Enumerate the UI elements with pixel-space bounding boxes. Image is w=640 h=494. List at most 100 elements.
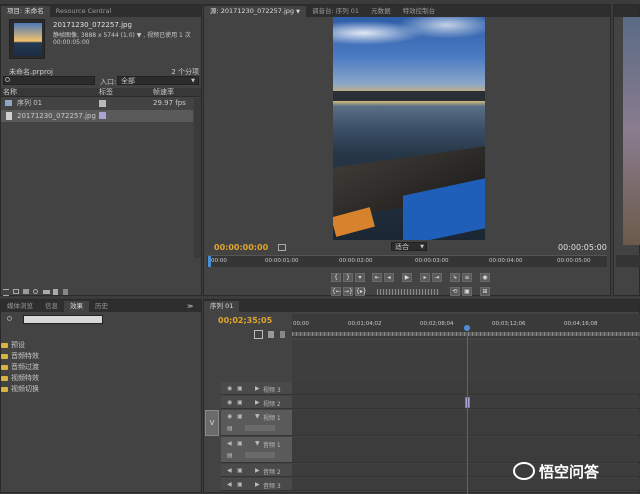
lock-icon[interactable]: ▣: [237, 467, 243, 474]
collapse-icon[interactable]: ▼: [255, 413, 260, 420]
new-item-icon[interactable]: [53, 289, 58, 295]
video-target-marker[interactable]: V: [205, 410, 219, 436]
tab-project[interactable]: 项目: 未命名: [1, 6, 50, 17]
search-input[interactable]: [3, 76, 95, 85]
output-icon[interactable]: ⊞: [480, 287, 490, 296]
timeline-ruler[interactable]: 00;00 00;01;04;02 00;02;08;04 00;03;12;0…: [292, 314, 640, 338]
lock-icon[interactable]: ▣: [237, 481, 243, 488]
column-name[interactable]: 名称: [3, 88, 17, 97]
effects-folder[interactable]: 音频过渡: [1, 362, 201, 372]
expand-icon[interactable]: ▶: [255, 385, 260, 392]
audio-track-2-header[interactable]: ◀ ▣ ▶ 音频 2: [221, 464, 292, 477]
eye-icon[interactable]: ◉: [227, 385, 232, 392]
tab-audio-mixer[interactable]: 调音台: 序列 01: [306, 6, 365, 17]
automate-icon[interactable]: [23, 289, 29, 294]
panel-menu-icon[interactable]: ≫: [187, 303, 193, 310]
mark-in-icon[interactable]: {: [331, 273, 341, 282]
add-marker-icon[interactable]: [280, 331, 285, 338]
fit-select[interactable]: 适合 ▼: [391, 242, 427, 251]
work-area-bar[interactable]: [292, 332, 640, 336]
timeline-timecode[interactable]: 00;02;35;05: [218, 316, 272, 325]
set-marker-icon[interactable]: ▾: [355, 273, 365, 282]
go-to-in-icon[interactable]: ⇤: [372, 273, 382, 282]
go-to-out-icon[interactable]: ⇥: [432, 273, 442, 282]
collapse-icon[interactable]: ▼: [255, 440, 260, 447]
jog-shuttle[interactable]: [377, 289, 439, 295]
speaker-icon[interactable]: ◀: [227, 481, 232, 488]
eye-icon[interactable]: ◉: [227, 413, 232, 420]
label-swatch[interactable]: [99, 100, 106, 107]
source-time-ruler[interactable]: 00:00 00:00:01:00 00:00:02:00 00:00:03:0…: [207, 255, 607, 267]
display-style-icon[interactable]: ▤: [227, 452, 233, 459]
project-scrollbar[interactable]: [194, 98, 201, 258]
audio-track-1-header[interactable]: ◀ ▣ ▼ 音频 1 ▤: [221, 437, 292, 463]
effects-folder[interactable]: 视频特效: [1, 373, 201, 383]
go-to-marker-icon[interactable]: {←: [331, 287, 341, 296]
project-item-row[interactable]: 序列 01 29.97 fps: [1, 98, 201, 109]
video-track-1-header[interactable]: ◉ ▣ ▼ 视频 1 ▤: [221, 410, 292, 436]
effects-folder[interactable]: 预设: [1, 340, 201, 350]
keyframe-slider[interactable]: [245, 452, 275, 458]
marker-icon[interactable]: [278, 244, 286, 251]
export-frame-icon[interactable]: ◉: [480, 273, 490, 282]
insert-icon[interactable]: ↳: [450, 273, 460, 282]
find-icon[interactable]: [33, 289, 38, 294]
mark-out-icon[interactable]: }: [343, 273, 353, 282]
play-button[interactable]: ▶: [402, 273, 412, 282]
list-view-icon[interactable]: [3, 289, 9, 296]
tab-media-browser[interactable]: 媒体浏览: [1, 301, 39, 312]
expand-icon[interactable]: ▶: [255, 481, 260, 488]
effects-folder[interactable]: 视频切换: [1, 384, 201, 394]
tab-effect-controls[interactable]: 特效控制台: [397, 6, 442, 17]
effects-search-input[interactable]: [23, 315, 103, 324]
overlay-icon[interactable]: ≡: [462, 273, 472, 282]
play-in-out-icon[interactable]: {▸}: [355, 287, 367, 296]
video-track-2-header[interactable]: ◉ ▣ ▶ 视频 2: [221, 396, 292, 409]
lock-icon[interactable]: ▣: [237, 399, 243, 406]
loop-icon[interactable]: ⟲: [450, 287, 460, 296]
audio-track-3-header[interactable]: ◀ ▣ ▶ 音频 3: [221, 478, 292, 491]
snap-icon[interactable]: [254, 330, 263, 339]
tab-metadata[interactable]: 元数据: [365, 6, 397, 17]
effects-folder[interactable]: 音频特效: [1, 351, 201, 361]
expand-icon[interactable]: ▶: [255, 467, 260, 474]
eye-icon[interactable]: ◉: [227, 399, 232, 406]
playhead-line[interactable]: [467, 336, 468, 494]
new-bin-icon[interactable]: [43, 290, 50, 294]
step-back-icon[interactable]: ◂: [384, 273, 394, 282]
lock-icon[interactable]: ▣: [237, 440, 243, 447]
source-current-time[interactable]: 00:00:00:00: [214, 243, 268, 252]
tab-history[interactable]: 历史: [89, 301, 114, 312]
expand-icon[interactable]: ▶: [255, 399, 260, 406]
icon-view-icon[interactable]: [13, 289, 19, 294]
go-next-marker-icon[interactable]: →}: [343, 287, 353, 296]
project-item-row[interactable]: 20171230_072257.jpg: [1, 110, 193, 122]
column-label[interactable]: 标签: [99, 88, 113, 97]
label-swatch[interactable]: [99, 112, 106, 119]
lock-icon[interactable]: ▣: [237, 413, 243, 420]
safe-margins-icon[interactable]: ▣: [462, 287, 472, 296]
display-style-icon[interactable]: ▤: [227, 425, 233, 432]
tab-sequence[interactable]: 序列 01: [204, 301, 240, 312]
video-track-3-lane[interactable]: [292, 382, 640, 395]
tab-source[interactable]: 源: 20171230_072257.jpg ▼: [204, 6, 306, 17]
entry-select[interactable]: 全部 ▼: [117, 76, 199, 85]
tab-resource-central[interactable]: Resource Central: [50, 6, 118, 17]
program-ruler[interactable]: [616, 255, 640, 267]
video-track-2-lane[interactable]: [292, 396, 640, 409]
speaker-icon[interactable]: ◀: [227, 467, 232, 474]
playhead-indicator[interactable]: [464, 325, 470, 331]
tab-effects[interactable]: 效果: [64, 301, 89, 312]
tab-info[interactable]: 信息: [39, 301, 64, 312]
lock-icon[interactable]: ▣: [237, 385, 243, 392]
set-marker-icon[interactable]: [268, 331, 274, 338]
keyframe-slider[interactable]: [245, 425, 275, 431]
delete-icon[interactable]: [63, 289, 68, 295]
video-track-1-lane[interactable]: [292, 410, 640, 436]
column-framerate[interactable]: 帧速率: [153, 88, 174, 97]
speaker-icon[interactable]: ◀: [227, 440, 232, 447]
playhead-indicator[interactable]: [208, 256, 211, 267]
preview-image: [333, 17, 485, 240]
step-forward-icon[interactable]: ▸: [420, 273, 430, 282]
video-track-3-header[interactable]: ◉ ▣ ▶ 视频 3: [221, 382, 292, 395]
